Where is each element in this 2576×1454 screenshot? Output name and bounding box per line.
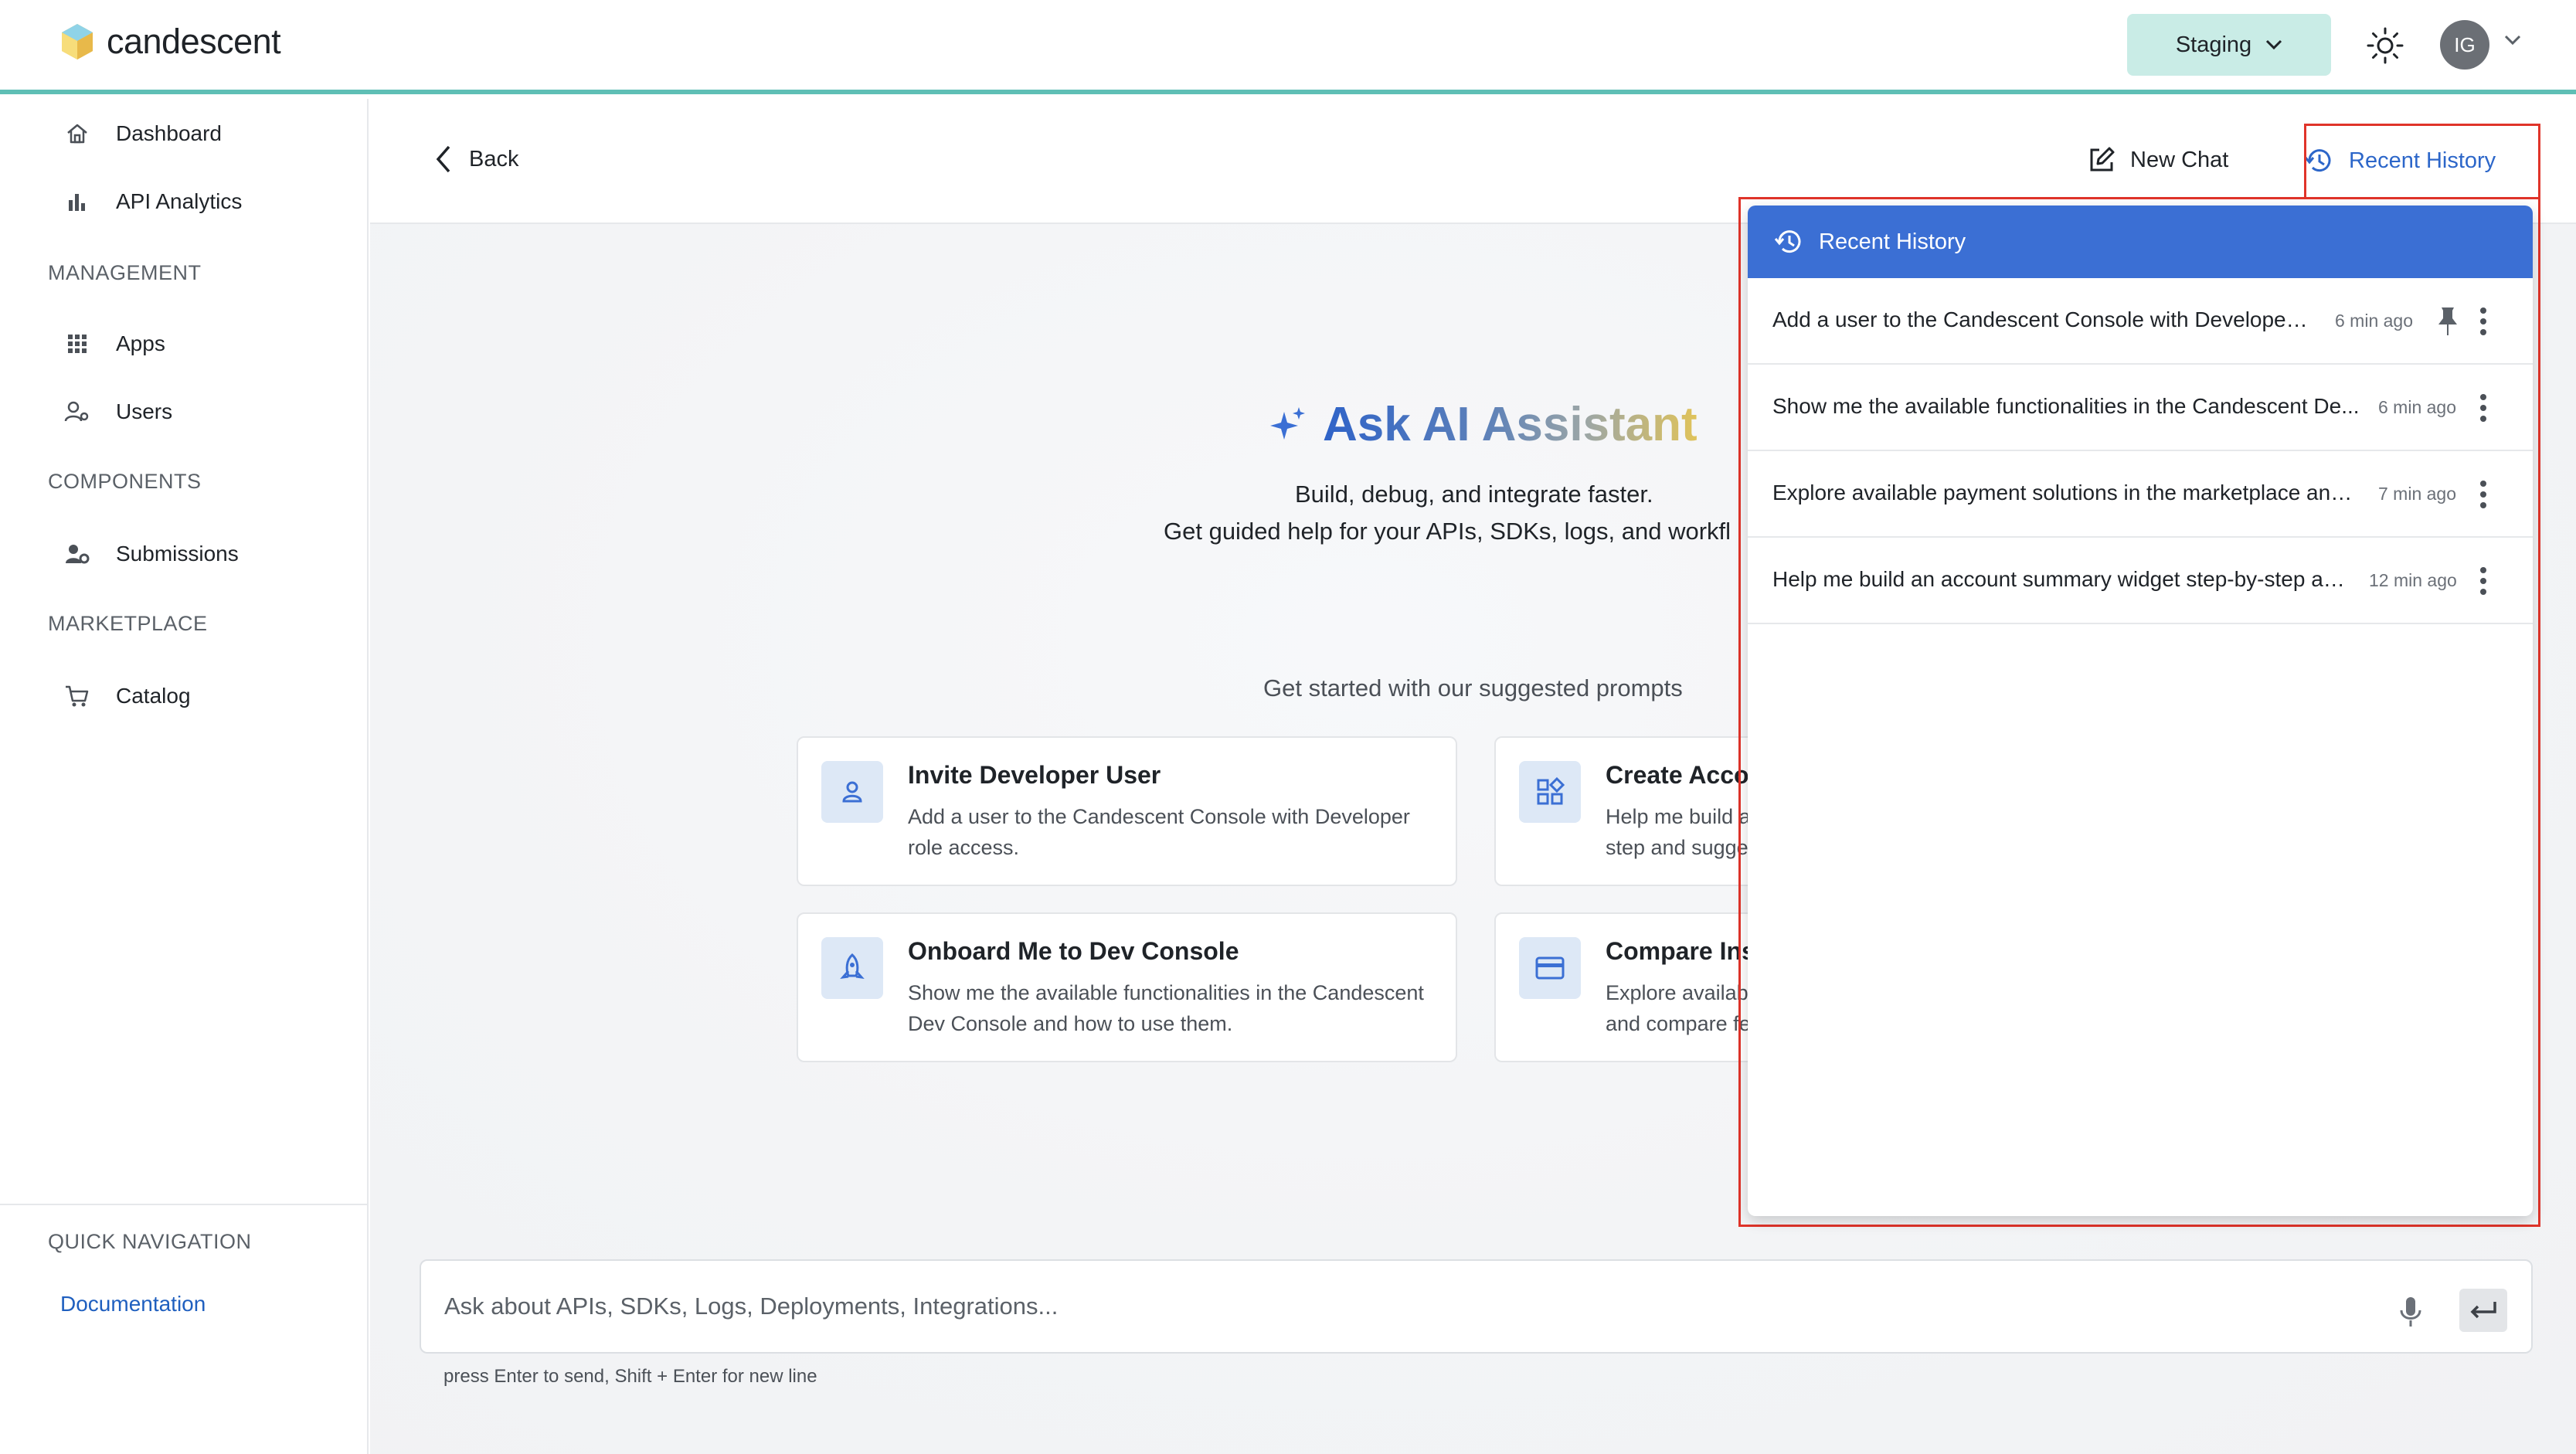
divider — [0, 1204, 369, 1205]
card-description: Add a user to the Candescent Console wit… — [908, 805, 1410, 859]
history-item-time: 7 min ago — [2378, 484, 2457, 504]
more-vertical-icon[interactable] — [2476, 564, 2491, 598]
hero-subtitle: Get guided help for your APIs, SDKs, log… — [1164, 518, 1731, 545]
card-description: Show me the available functionalities in… — [908, 981, 1424, 1035]
history-icon — [1774, 230, 1801, 253]
pin-icon[interactable] — [2434, 304, 2462, 338]
prompt-card-onboard-dev-console[interactable]: Onboard Me to Dev Console Show me the av… — [797, 912, 1457, 1062]
rocket-icon — [821, 937, 883, 999]
logo-hexagon-icon — [62, 24, 93, 59]
chat-input-placeholder: Ask about APIs, SDKs, Logs, Deployments,… — [444, 1293, 1059, 1320]
history-item-time: 12 min ago — [2369, 570, 2457, 590]
brand-logo[interactable]: candescent — [60, 22, 281, 62]
hero-title-text: Ask AI Assistant — [1323, 398, 1698, 451]
documentation-link[interactable]: Documentation — [60, 1292, 206, 1316]
more-vertical-icon[interactable] — [2476, 304, 2491, 338]
bar-chart-icon — [62, 186, 93, 217]
back-label: Back — [469, 146, 519, 172]
section-label-marketplace: MARKETPLACE — [48, 612, 208, 635]
card-description: Explore availab and compare fe — [1606, 981, 1751, 1035]
chat-input[interactable]: Ask about APIs, SDKs, Logs, Deployments,… — [420, 1259, 2533, 1354]
brand-name: candescent — [107, 22, 281, 61]
history-item-text: Help me build an account summary widget … — [1772, 567, 2352, 591]
environment-label: Staging — [2175, 32, 2252, 57]
microphone-icon[interactable] — [2397, 1295, 2425, 1329]
hero-subtitle: Build, debug, and integrate faster. — [1295, 481, 1653, 508]
sidebar: Dashboard API Analytics MANAGEMENT Apps … — [0, 99, 369, 1454]
card-title: Compare Ins — [1606, 937, 1755, 965]
section-label-components: COMPONENTS — [48, 470, 202, 493]
sidebar-item-label: Catalog — [116, 684, 191, 708]
history-item-text: Show me the available functionalities in… — [1772, 394, 2360, 418]
history-item-text: Explore available payment solutions in t… — [1772, 481, 2360, 504]
chevron-left-icon — [436, 145, 450, 173]
history-item-text: Add a user to the Candescent Console wit… — [1772, 307, 2313, 331]
sidebar-item-label: Dashboard — [116, 121, 222, 145]
history-item[interactable]: Explore available payment solutions in t… — [1748, 451, 2533, 538]
users-gear-icon — [62, 396, 93, 427]
cart-icon — [62, 681, 93, 712]
sidebar-item-dashboard[interactable]: Dashboard — [62, 114, 222, 153]
more-vertical-icon[interactable] — [2476, 477, 2491, 511]
credit-card-icon — [1519, 937, 1581, 999]
panel-header: Recent History — [1748, 206, 2533, 278]
new-chat-button[interactable]: New Chat — [2087, 145, 2228, 175]
suggested-prompts-label: Get started with our suggested prompts — [1263, 674, 1683, 702]
grid-icon — [62, 328, 93, 359]
chevron-down-icon[interactable] — [2503, 34, 2522, 46]
chevron-down-icon — [2266, 39, 2282, 50]
sidebar-item-label: API Analytics — [116, 189, 243, 213]
top-header: candescent Staging IG — [0, 0, 2576, 94]
sun-icon[interactable] — [2366, 26, 2404, 65]
sidebar-item-label: Apps — [116, 331, 165, 355]
section-label-quick-navigation: QUICK NAVIGATION — [48, 1230, 252, 1253]
user-gear-icon — [62, 538, 93, 569]
recent-history-panel: Recent History Add a user to the Candesc… — [1748, 206, 2533, 1216]
card-title: Create Acco — [1606, 761, 1749, 789]
sidebar-item-label: Submissions — [116, 542, 239, 566]
input-hint: press Enter to send, Shift + Enter for n… — [443, 1366, 817, 1387]
panel-title: Recent History — [1819, 229, 1966, 254]
more-vertical-icon[interactable] — [2476, 391, 2491, 425]
history-item-time: 6 min ago — [2378, 397, 2457, 417]
prompt-card-invite-developer[interactable]: Invite Developer User Add a user to the … — [797, 736, 1457, 886]
card-title: Onboard Me to Dev Console — [908, 937, 1239, 965]
send-button[interactable] — [2459, 1289, 2507, 1332]
widgets-icon — [1519, 761, 1581, 823]
sidebar-item-api-analytics[interactable]: API Analytics — [62, 182, 242, 221]
history-item[interactable]: Show me the available functionalities in… — [1748, 365, 2533, 451]
history-item[interactable]: Add a user to the Candescent Console wit… — [1748, 278, 2533, 365]
sidebar-item-label: Users — [116, 399, 173, 423]
user-avatar[interactable]: IG — [2440, 20, 2489, 70]
sidebar-item-catalog[interactable]: Catalog — [62, 677, 191, 715]
hero-title: Ask AI Assistant — [1267, 397, 1698, 452]
environment-selector[interactable]: Staging — [2127, 14, 2331, 76]
sidebar-item-apps[interactable]: Apps — [62, 324, 165, 363]
history-item-time: 6 min ago — [2335, 311, 2414, 331]
highlight-box — [2304, 124, 2540, 199]
card-description: Help me build a step and sugge — [1606, 805, 1751, 859]
new-chat-label: New Chat — [2130, 147, 2229, 172]
sidebar-item-users[interactable]: Users — [62, 392, 172, 431]
card-title: Invite Developer User — [908, 761, 1161, 789]
history-item[interactable]: Help me build an account summary widget … — [1748, 538, 2533, 624]
back-button[interactable]: Back — [433, 144, 518, 175]
user-icon — [821, 761, 883, 823]
sidebar-item-submissions[interactable]: Submissions — [62, 535, 239, 573]
sparkle-icon — [1270, 406, 1305, 440]
edit-square-icon — [2090, 147, 2115, 172]
enter-key-icon — [2470, 1302, 2496, 1319]
home-icon — [62, 118, 93, 149]
section-label-management: MANAGEMENT — [48, 261, 202, 284]
